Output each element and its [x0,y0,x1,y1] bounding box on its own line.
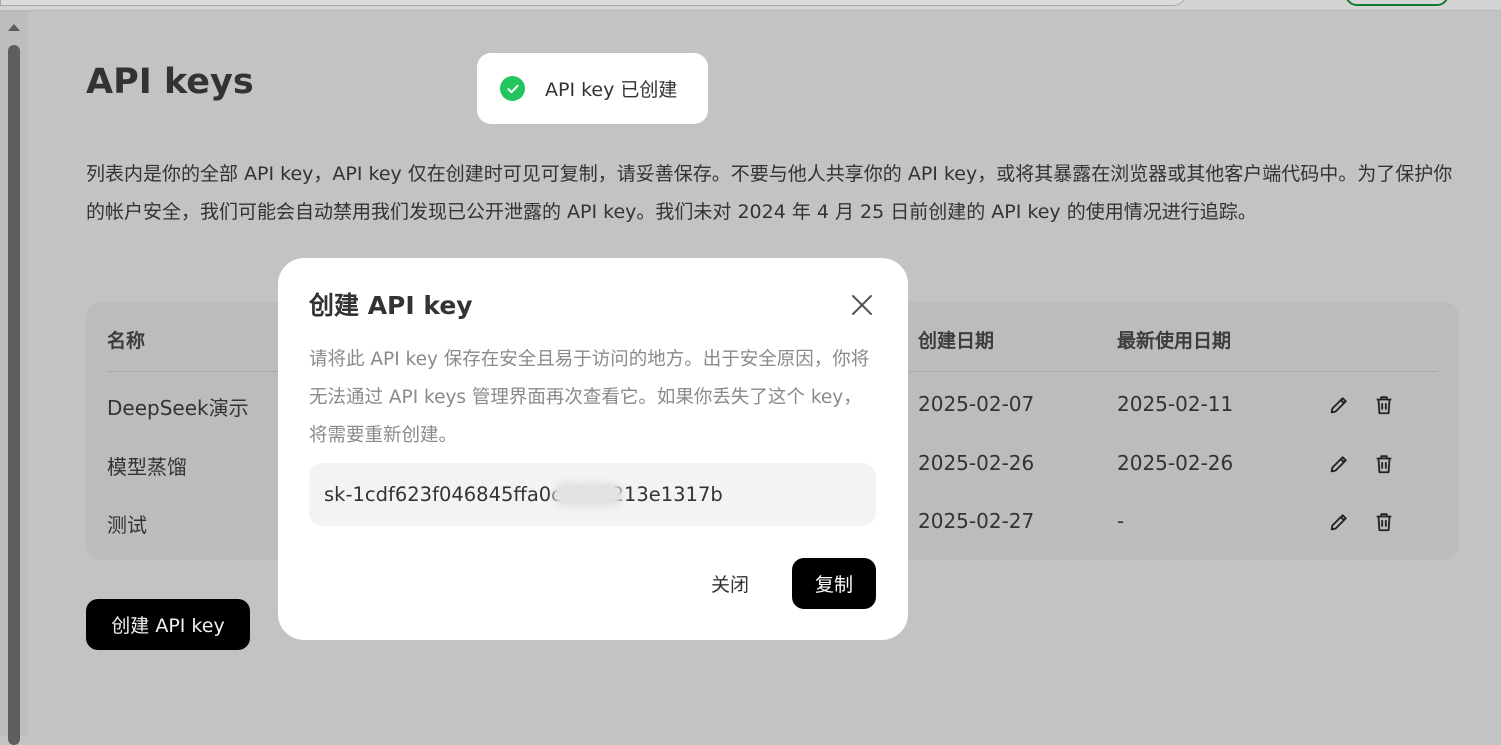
api-key-value[interactable]: sk-1cdf623f046845ffa0c8387213e1317b [324,483,723,506]
delete-trash-icon[interactable] [1373,511,1395,533]
row-name: DeepSeek演示 [107,396,249,420]
page-description: 列表内是你的全部 API key，API key 仅在创建时可见可复制，请妥善保… [86,163,1453,223]
browser-top-bar [0,0,1501,11]
dialog-description: 请将此 API key 保存在安全且易于访问的地方。出于安全原因，你将无法通过 … [309,349,870,446]
scrollbar-thumb[interactable] [8,45,20,745]
column-header-last-used: 最新使用日期 [1117,330,1232,352]
row-created-date: 2025-02-27 [918,509,1035,533]
check-circle-icon [500,76,525,101]
close-button[interactable]: 关闭 [690,558,770,609]
row-last-used-date: - [1117,509,1125,533]
page-title: API keys [86,62,254,102]
row-name: 测试 [107,513,147,537]
row-name: 模型蒸馏 [107,455,187,479]
row-created-date: 2025-02-26 [918,451,1035,475]
create-api-key-dialog: 创建 API key 请将此 API key 保存在安全且易于访问的地方。出于安… [278,258,908,640]
create-api-key-button[interactable]: 创建 API key [86,599,250,650]
edit-pencil-icon[interactable] [1328,394,1350,416]
delete-trash-icon[interactable] [1373,453,1395,475]
copy-button[interactable]: 复制 [792,558,876,609]
row-created-date: 2025-02-07 [918,392,1035,416]
scroll-up-arrow-icon[interactable] [8,24,20,31]
edit-pencil-icon[interactable] [1328,453,1350,475]
key-redaction-mask [553,482,623,507]
row-last-used-date: 2025-02-26 [1117,451,1234,475]
browser-action-button[interactable] [1345,0,1449,6]
toast-message: API key 已创建 [545,79,678,101]
api-key-field[interactable]: sk-1cdf623f046845ffa0c8387213e1317b [309,463,876,526]
edit-pencil-icon[interactable] [1328,511,1350,533]
close-icon[interactable] [850,293,874,317]
column-header-name: 名称 [107,330,146,352]
column-header-created: 创建日期 [918,330,995,352]
address-bar[interactable] [0,0,1187,6]
row-last-used-date: 2025-02-11 [1117,392,1234,416]
success-toast: API key 已创建 [477,53,708,124]
delete-trash-icon[interactable] [1373,394,1395,416]
dialog-title: 创建 API key [309,291,473,320]
